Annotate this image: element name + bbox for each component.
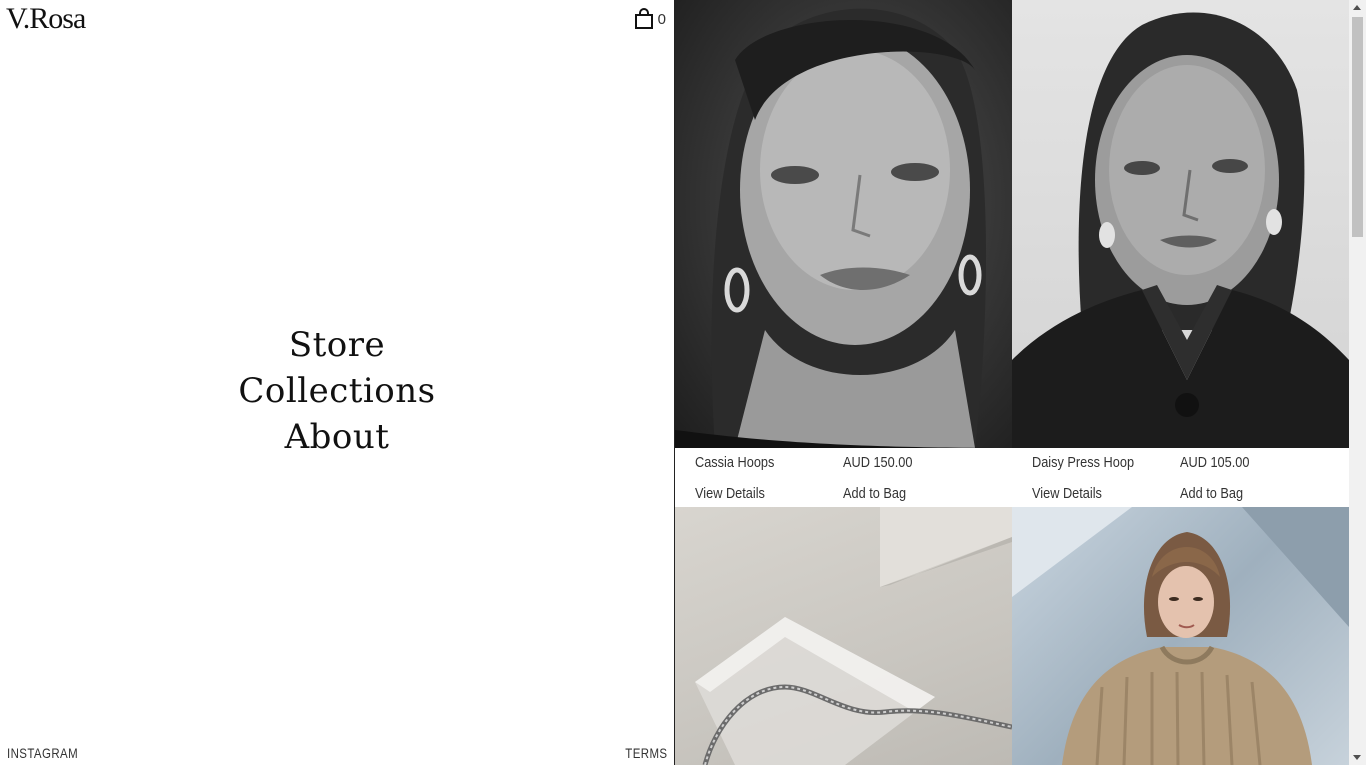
product-price: AUD 105.00 bbox=[1180, 454, 1250, 471]
brand-logo[interactable]: V.Rosa bbox=[6, 2, 86, 36]
product-card: Daisy Press Hoop AUD 105.00 View Details… bbox=[1012, 0, 1349, 507]
view-details-link[interactable]: View Details bbox=[1032, 485, 1102, 502]
model-portrait-image bbox=[1012, 12, 1349, 448]
add-to-bag-button[interactable]: Add to Bag bbox=[1180, 485, 1243, 502]
product-info: Daisy Press Hoop AUD 105.00 View Details… bbox=[1012, 448, 1349, 507]
left-panel: V.Rosa 0 Store Collections About INSTAGR… bbox=[0, 0, 675, 765]
model-portrait-image bbox=[675, 8, 1012, 448]
product-price: AUD 150.00 bbox=[843, 454, 913, 471]
product-card: Cassia Hoops AUD 150.00 View Details Add… bbox=[675, 0, 1012, 507]
product-photo[interactable] bbox=[675, 0, 1012, 448]
model-sweater-image bbox=[1012, 507, 1349, 765]
product-card bbox=[675, 507, 1012, 765]
add-to-bag-button[interactable]: Add to Bag bbox=[843, 485, 906, 502]
instagram-link[interactable]: INSTAGRAM bbox=[7, 745, 78, 761]
scroll-up-arrow-icon[interactable] bbox=[1353, 5, 1361, 10]
shopping-bag-icon bbox=[634, 8, 653, 29]
product-photo[interactable] bbox=[675, 507, 1012, 765]
necklace-image bbox=[695, 507, 1012, 765]
view-details-link[interactable]: View Details bbox=[695, 485, 765, 502]
cart-button[interactable]: 0 bbox=[634, 8, 666, 30]
product-info: Cassia Hoops AUD 150.00 View Details Add… bbox=[675, 448, 1012, 507]
main-nav: Store Collections About bbox=[0, 322, 674, 460]
cart-count: 0 bbox=[657, 10, 666, 28]
terms-link[interactable]: TERMS bbox=[625, 745, 667, 761]
nav-about[interactable]: About bbox=[0, 414, 674, 460]
product-grid: Cassia Hoops AUD 150.00 View Details Add… bbox=[675, 0, 1349, 765]
nav-store[interactable]: Store bbox=[0, 322, 674, 368]
scroll-down-arrow-icon[interactable] bbox=[1353, 755, 1361, 760]
product-name: Daisy Press Hoop bbox=[1032, 454, 1135, 471]
scrollbar[interactable] bbox=[1349, 0, 1366, 765]
product-card bbox=[1012, 507, 1349, 765]
scrollbar-thumb[interactable] bbox=[1352, 17, 1363, 237]
product-photo[interactable] bbox=[1012, 0, 1349, 448]
product-photo[interactable] bbox=[1012, 507, 1349, 765]
nav-collections[interactable]: Collections bbox=[0, 368, 674, 414]
product-name: Cassia Hoops bbox=[695, 454, 775, 471]
